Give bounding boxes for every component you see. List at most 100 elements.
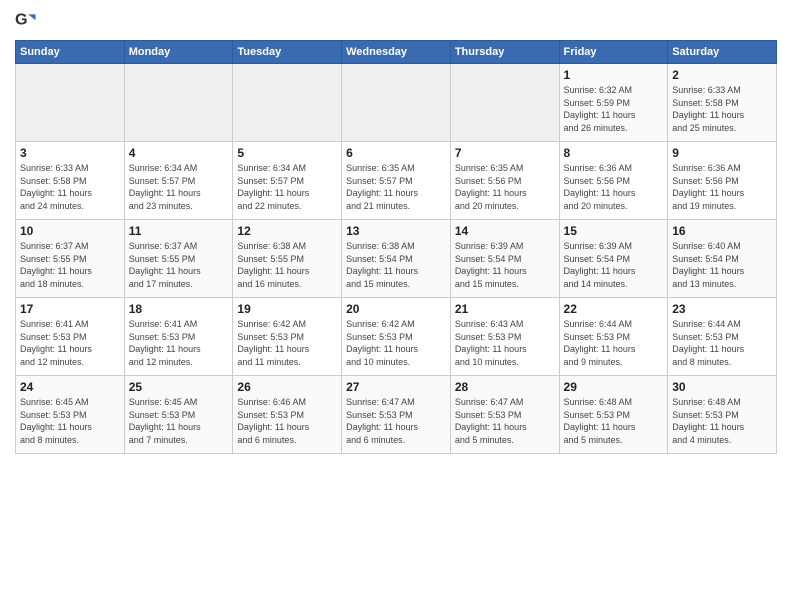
day-info: Sunrise: 6:34 AMSunset: 5:57 PMDaylight:… — [237, 162, 337, 212]
day-info: Sunrise: 6:47 AMSunset: 5:53 PMDaylight:… — [455, 396, 555, 446]
day-info: Sunrise: 6:45 AMSunset: 5:53 PMDaylight:… — [129, 396, 229, 446]
day-info: Sunrise: 6:40 AMSunset: 5:54 PMDaylight:… — [672, 240, 772, 290]
day-number: 2 — [672, 68, 772, 82]
calendar-cell: 13 Sunrise: 6:38 AMSunset: 5:54 PMDayligh… — [342, 220, 451, 298]
day-info: Sunrise: 6:42 AMSunset: 5:53 PMDaylight:… — [346, 318, 446, 368]
day-number: 26 — [237, 380, 337, 394]
day-number: 9 — [672, 146, 772, 160]
day-number: 17 — [20, 302, 120, 316]
day-info: Sunrise: 6:45 AMSunset: 5:53 PMDaylight:… — [20, 396, 120, 446]
day-info: Sunrise: 6:44 AMSunset: 5:53 PMDaylight:… — [672, 318, 772, 368]
day-info: Sunrise: 6:43 AMSunset: 5:53 PMDaylight:… — [455, 318, 555, 368]
day-number: 4 — [129, 146, 229, 160]
day-info: Sunrise: 6:36 AMSunset: 5:56 PMDaylight:… — [564, 162, 664, 212]
day-number: 24 — [20, 380, 120, 394]
weekday-header-saturday: Saturday — [668, 41, 777, 64]
day-info: Sunrise: 6:35 AMSunset: 5:57 PMDaylight:… — [346, 162, 446, 212]
day-info: Sunrise: 6:41 AMSunset: 5:53 PMDaylight:… — [129, 318, 229, 368]
weekday-header-row: SundayMondayTuesdayWednesdayThursdayFrid… — [16, 41, 777, 64]
calendar-cell: 18 Sunrise: 6:41 AMSunset: 5:53 PMDayligh… — [124, 298, 233, 376]
day-info: Sunrise: 6:42 AMSunset: 5:53 PMDaylight:… — [237, 318, 337, 368]
day-info: Sunrise: 6:39 AMSunset: 5:54 PMDaylight:… — [564, 240, 664, 290]
day-number: 22 — [564, 302, 664, 316]
weekday-header-sunday: Sunday — [16, 41, 125, 64]
day-info: Sunrise: 6:34 AMSunset: 5:57 PMDaylight:… — [129, 162, 229, 212]
day-info: Sunrise: 6:33 AMSunset: 5:58 PMDaylight:… — [672, 84, 772, 134]
day-number: 12 — [237, 224, 337, 238]
calendar-cell: 30 Sunrise: 6:48 AMSunset: 5:53 PMDayligh… — [668, 376, 777, 454]
day-info: Sunrise: 6:39 AMSunset: 5:54 PMDaylight:… — [455, 240, 555, 290]
day-info: Sunrise: 6:35 AMSunset: 5:56 PMDaylight:… — [455, 162, 555, 212]
day-info: Sunrise: 6:48 AMSunset: 5:53 PMDaylight:… — [672, 396, 772, 446]
calendar-row-4: 24 Sunrise: 6:45 AMSunset: 5:53 PMDayligh… — [16, 376, 777, 454]
svg-text:G: G — [15, 11, 28, 29]
day-number: 7 — [455, 146, 555, 160]
weekday-header-monday: Monday — [124, 41, 233, 64]
day-number: 14 — [455, 224, 555, 238]
calendar-cell: 4 Sunrise: 6:34 AMSunset: 5:57 PMDaylight… — [124, 142, 233, 220]
calendar-cell: 28 Sunrise: 6:47 AMSunset: 5:53 PMDayligh… — [450, 376, 559, 454]
day-number: 23 — [672, 302, 772, 316]
day-info: Sunrise: 6:44 AMSunset: 5:53 PMDaylight:… — [564, 318, 664, 368]
day-number: 20 — [346, 302, 446, 316]
day-number: 30 — [672, 380, 772, 394]
calendar-cell: 2 Sunrise: 6:33 AMSunset: 5:58 PMDaylight… — [668, 64, 777, 142]
day-info: Sunrise: 6:38 AMSunset: 5:55 PMDaylight:… — [237, 240, 337, 290]
calendar-cell: 10 Sunrise: 6:37 AMSunset: 5:55 PMDayligh… — [16, 220, 125, 298]
calendar-cell: 23 Sunrise: 6:44 AMSunset: 5:53 PMDayligh… — [668, 298, 777, 376]
day-number: 19 — [237, 302, 337, 316]
calendar-cell: 17 Sunrise: 6:41 AMSunset: 5:53 PMDayligh… — [16, 298, 125, 376]
calendar-cell: 29 Sunrise: 6:48 AMSunset: 5:53 PMDayligh… — [559, 376, 668, 454]
calendar-cell — [16, 64, 125, 142]
calendar-cell: 6Sunrise: 6:35 AMSunset: 5:57 PMDaylight… — [342, 142, 451, 220]
calendar-cell: 1 Sunrise: 6:32 AMSunset: 5:59 PMDaylight… — [559, 64, 668, 142]
calendar-row-3: 17 Sunrise: 6:41 AMSunset: 5:53 PMDayligh… — [16, 298, 777, 376]
weekday-header-tuesday: Tuesday — [233, 41, 342, 64]
day-number: 18 — [129, 302, 229, 316]
day-info: Sunrise: 6:46 AMSunset: 5:53 PMDaylight:… — [237, 396, 337, 446]
day-number: 28 — [455, 380, 555, 394]
day-number: 11 — [129, 224, 229, 238]
day-info: Sunrise: 6:32 AMSunset: 5:59 PMDaylight:… — [564, 84, 664, 134]
day-number: 29 — [564, 380, 664, 394]
weekday-header-thursday: Thursday — [450, 41, 559, 64]
calendar-cell: 8Sunrise: 6:36 AMSunset: 5:56 PMDaylight… — [559, 142, 668, 220]
day-info: Sunrise: 6:41 AMSunset: 5:53 PMDaylight:… — [20, 318, 120, 368]
day-info: Sunrise: 6:38 AMSunset: 5:54 PMDaylight:… — [346, 240, 446, 290]
day-number: 16 — [672, 224, 772, 238]
calendar-cell — [450, 64, 559, 142]
calendar-table: SundayMondayTuesdayWednesdayThursdayFrid… — [15, 40, 777, 454]
day-info: Sunrise: 6:37 AMSunset: 5:55 PMDaylight:… — [129, 240, 229, 290]
header: G — [15, 10, 777, 32]
day-number: 10 — [20, 224, 120, 238]
day-number: 5 — [237, 146, 337, 160]
logo-icon: G — [15, 10, 37, 32]
calendar-cell: 21 Sunrise: 6:43 AMSunset: 5:53 PMDayligh… — [450, 298, 559, 376]
calendar-cell: 5 Sunrise: 6:34 AMSunset: 5:57 PMDaylight… — [233, 142, 342, 220]
calendar-cell: 19 Sunrise: 6:42 AMSunset: 5:53 PMDayligh… — [233, 298, 342, 376]
calendar-cell: 27Sunrise: 6:47 AMSunset: 5:53 PMDayligh… — [342, 376, 451, 454]
calendar-cell: 12 Sunrise: 6:38 AMSunset: 5:55 PMDayligh… — [233, 220, 342, 298]
day-info: Sunrise: 6:37 AMSunset: 5:55 PMDaylight:… — [20, 240, 120, 290]
calendar-cell: 3Sunrise: 6:33 AMSunset: 5:58 PMDaylight… — [16, 142, 125, 220]
calendar-cell — [124, 64, 233, 142]
day-number: 25 — [129, 380, 229, 394]
day-info: Sunrise: 6:48 AMSunset: 5:53 PMDaylight:… — [564, 396, 664, 446]
calendar-row-1: 3Sunrise: 6:33 AMSunset: 5:58 PMDaylight… — [16, 142, 777, 220]
day-info: Sunrise: 6:47 AMSunset: 5:53 PMDaylight:… — [346, 396, 446, 446]
day-number: 13 — [346, 224, 446, 238]
calendar-cell: 24 Sunrise: 6:45 AMSunset: 5:53 PMDayligh… — [16, 376, 125, 454]
day-number: 21 — [455, 302, 555, 316]
calendar-cell: 25 Sunrise: 6:45 AMSunset: 5:53 PMDayligh… — [124, 376, 233, 454]
calendar-row-2: 10 Sunrise: 6:37 AMSunset: 5:55 PMDayligh… — [16, 220, 777, 298]
day-number: 3 — [20, 146, 120, 160]
calendar-cell — [233, 64, 342, 142]
calendar-cell: 14 Sunrise: 6:39 AMSunset: 5:54 PMDayligh… — [450, 220, 559, 298]
weekday-header-friday: Friday — [559, 41, 668, 64]
day-info: Sunrise: 6:36 AMSunset: 5:56 PMDaylight:… — [672, 162, 772, 212]
calendar-cell: 9 Sunrise: 6:36 AMSunset: 5:56 PMDaylight… — [668, 142, 777, 220]
calendar-cell: 11 Sunrise: 6:37 AMSunset: 5:55 PMDayligh… — [124, 220, 233, 298]
day-number: 1 — [564, 68, 664, 82]
calendar-cell — [342, 64, 451, 142]
calendar-cell: 26 Sunrise: 6:46 AMSunset: 5:53 PMDayligh… — [233, 376, 342, 454]
